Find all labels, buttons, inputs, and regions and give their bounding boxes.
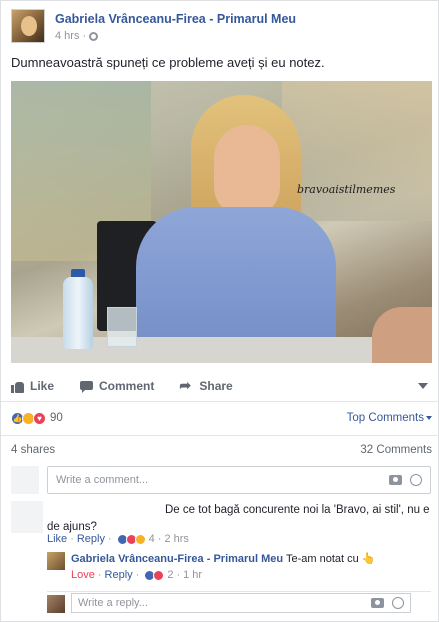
share-button[interactable]: Share [179, 377, 233, 394]
reply-line: Gabriela Vrânceanu-Firea - Primarul Meu … [71, 552, 376, 565]
meta-dot: · [135, 569, 140, 581]
reply-author-link[interactable]: Gabriela Vrânceanu-Firea - Primarul Meu [71, 553, 283, 565]
post-text: Dumneavoastră spuneți ce probleme aveți … [11, 55, 325, 70]
reactions-summary: 👍 ♥ 90 Top Comments [11, 409, 432, 427]
reply-composer: Write a reply... [47, 591, 431, 613]
reply-author-avatar[interactable] [47, 552, 65, 570]
comment-like-link[interactable]: Like [47, 533, 67, 545]
globe-icon[interactable] [89, 31, 99, 41]
comment-label: Comment [99, 379, 155, 393]
meta-dot: · [107, 533, 112, 545]
comments-count[interactable]: 32 Comments [360, 444, 432, 458]
like-label: Like [30, 379, 55, 393]
divider [1, 401, 439, 402]
meta-dot: · [70, 533, 74, 545]
comment-text: De ce tot bagă concurente noi la 'Bravo,… [47, 504, 430, 533]
post-action-bar: Like Comment Share [11, 373, 432, 399]
reply-input[interactable]: Write a reply... [71, 593, 411, 613]
share-label: Share [199, 379, 233, 393]
shares-count[interactable]: 4 shares [11, 444, 55, 458]
composer-icons [389, 474, 422, 486]
haha-reaction-icon [134, 533, 146, 545]
current-user-avatar [11, 466, 39, 494]
post-author-link[interactable]: Gabriela Vrânceanu-Firea - Primarul Meu [55, 12, 296, 26]
photo-map-background-right [282, 81, 432, 221]
share-arrow-icon [179, 377, 193, 394]
love-reaction-icon[interactable]: ♥ [33, 411, 46, 425]
photo-glass [107, 307, 137, 347]
comment-button[interactable]: Comment [80, 379, 154, 393]
chevron-down-icon[interactable] [418, 383, 428, 389]
divider [1, 435, 439, 436]
reply-reactions[interactable] [144, 569, 165, 581]
reply-placeholder: Write a reply... [78, 597, 148, 609]
comment-reaction-count[interactable]: 4 [149, 533, 155, 545]
reaction-count[interactable]: 90 [50, 412, 63, 424]
reply-love-link[interactable]: Love [71, 569, 95, 581]
comment-input[interactable]: Write a comment... [47, 466, 431, 494]
top-comments-label: Top Comments [346, 412, 424, 424]
author-avatar[interactable] [11, 9, 45, 43]
meta-dot: · [97, 569, 102, 581]
top-comments-dropdown[interactable]: Top Comments [347, 412, 432, 424]
photo-hand [372, 307, 432, 363]
reply-meta: Love · Reply · 2 · 1 hr [71, 569, 202, 581]
speech-bubble-icon [80, 380, 94, 393]
comment-placeholder: Write a comment... [56, 474, 149, 486]
emoji-icon[interactable] [410, 474, 422, 486]
post-timestamp[interactable]: 4 hrs [55, 30, 79, 42]
camera-icon[interactable] [371, 598, 384, 608]
photo-face [214, 125, 280, 217]
current-user-avatar [47, 595, 65, 613]
camera-icon[interactable] [389, 475, 402, 485]
share-comment-stats: 4 shares 32 Comments [11, 444, 432, 458]
photo-shirt [136, 207, 336, 342]
commenter-avatar[interactable] [11, 501, 43, 533]
facebook-post: Gabriela Vrânceanu-Firea - Primarul Meu … [0, 0, 439, 622]
love-reaction-icon [153, 569, 165, 581]
meta-dot: · [157, 533, 162, 545]
reply-time[interactable]: 1 hr [183, 569, 202, 581]
comment-reactions[interactable] [116, 533, 146, 545]
comment-time[interactable]: 2 hrs [164, 533, 188, 545]
emoji-icon[interactable] [392, 597, 404, 609]
photo-water-bottle [63, 277, 93, 349]
comment-meta: Like · Reply · 4 · 2 hrs [47, 533, 189, 545]
photo-watermark: bravoaistilmemes [297, 183, 396, 196]
reply-text: Te-am notat cu 👆 [286, 553, 376, 565]
like-button[interactable]: Like [11, 379, 54, 393]
comment-reply-link[interactable]: Reply [77, 533, 105, 545]
caret-down-icon [426, 416, 432, 420]
reply-composer-icons [371, 597, 404, 609]
reply-reaction-count[interactable]: 2 [167, 569, 173, 581]
post-meta: 4 hrs · [55, 30, 99, 42]
meta-dot: · [82, 30, 87, 42]
meta-dot: · [176, 569, 181, 581]
post-photo[interactable]: bravoaistilmemes [11, 81, 432, 363]
post-header: Gabriela Vrânceanu-Firea - Primarul Meu … [11, 9, 431, 49]
reply-reply-link[interactable]: Reply [105, 569, 133, 581]
thumbs-up-icon [11, 380, 24, 393]
